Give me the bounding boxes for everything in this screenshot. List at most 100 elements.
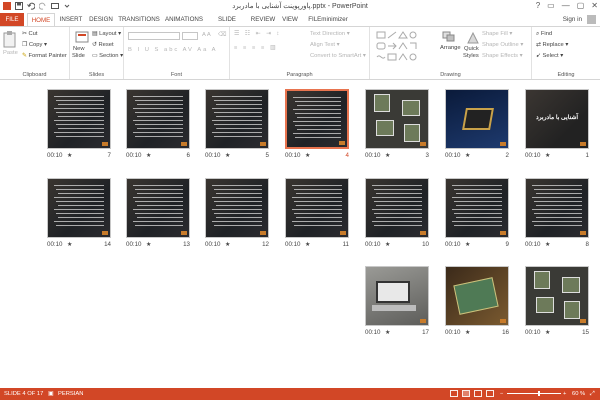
animation-star-icon[interactable]: ★ (67, 152, 72, 159)
font-size-box[interactable] (182, 32, 198, 40)
slide-preview[interactable] (205, 178, 269, 238)
animation-star-icon[interactable]: ★ (545, 241, 550, 248)
shape-outline-button[interactable]: Shape Outline ▾ (482, 42, 523, 48)
normal-view-button[interactable] (450, 390, 458, 397)
cut-button[interactable]: ✂ Cut (22, 31, 38, 37)
quick-styles-label-2[interactable]: Styles (463, 53, 479, 59)
reading-view-button[interactable] (474, 390, 482, 397)
font-size-grow-shrink[interactable]: A A (202, 32, 211, 38)
align-text-button[interactable]: Align Text ▾ (310, 42, 340, 48)
animation-star-icon[interactable]: ★ (465, 329, 470, 336)
slide-preview[interactable] (365, 266, 429, 326)
animation-star-icon[interactable]: ★ (465, 241, 470, 248)
clipboard-group-label: Clipboard (22, 72, 47, 78)
slide-preview[interactable] (525, 266, 589, 326)
slide-preview[interactable] (126, 89, 190, 149)
zoom-slider-knob[interactable] (538, 391, 541, 396)
slide-text-line (534, 225, 582, 226)
tab-review[interactable]: REVIEW (250, 13, 276, 26)
reset-button[interactable]: ↺ Reset (92, 42, 114, 48)
slide-preview[interactable] (47, 178, 111, 238)
slide-preview[interactable] (445, 178, 509, 238)
clear-formatting-icon[interactable]: ⌫ (218, 32, 226, 38)
replace-button[interactable]: ⇄ Replace ▾ (536, 42, 568, 48)
slide-meta: 00:10 ★ 12 (205, 241, 269, 250)
tab-transitions[interactable]: TRANSITIONS (118, 13, 160, 26)
tab-insert[interactable]: INSERT (58, 13, 84, 26)
font-format-buttons[interactable]: B I U S abc AV Aa A (128, 47, 217, 53)
animation-star-icon[interactable]: ★ (225, 241, 230, 248)
animation-star-icon[interactable]: ★ (67, 241, 72, 248)
fit-to-window-icon[interactable]: ⤢ (590, 391, 595, 398)
paste-button[interactable] (3, 30, 17, 48)
animation-star-icon[interactable]: ★ (305, 241, 310, 248)
animation-star-icon[interactable]: ★ (225, 152, 230, 159)
text-direction-button[interactable]: Text Direction ▾ (310, 31, 350, 37)
copy-button[interactable]: ❐ Copy ▾ (22, 42, 47, 48)
section-button[interactable]: ▭ Section ▾ (92, 53, 123, 59)
slide-preview[interactable] (126, 178, 190, 238)
zoom-slider[interactable] (507, 393, 561, 394)
slide-preview[interactable] (285, 89, 349, 149)
hardware-photo (374, 94, 390, 112)
spellcheck-icon[interactable]: ▣ (48, 391, 53, 397)
tab-animations[interactable]: ANIMATIONS (163, 13, 205, 26)
list-buttons[interactable]: ☰ ☷ ⇤ ⇥ ↕ (234, 31, 281, 37)
shape-fill-button[interactable]: Shape Fill ▾ (482, 31, 512, 37)
tab-fileminimizer[interactable]: FILEminimizer (304, 13, 352, 26)
zoom-out-button[interactable]: − (500, 391, 503, 397)
animation-star-icon[interactable]: ★ (305, 152, 310, 159)
maximize-button[interactable]: ▢ (577, 1, 585, 10)
sign-in-link[interactable]: Sign in (563, 16, 582, 23)
animation-star-icon[interactable]: ★ (465, 152, 470, 159)
help-button[interactable]: ? (536, 1, 540, 10)
arrange-label[interactable]: Arrange (440, 45, 461, 51)
slide-timing: 00:10 (525, 241, 541, 248)
animation-star-icon[interactable]: ★ (545, 152, 550, 159)
quick-styles-label-1[interactable]: Quick (464, 46, 479, 52)
slide-preview[interactable] (525, 178, 589, 238)
tab-slide-show[interactable]: SLIDE SHOW (208, 13, 246, 36)
slide-show-view-button[interactable] (486, 390, 494, 397)
slide-preview[interactable]: آشنایی با مادربرد (525, 89, 589, 149)
circuit-board-image (453, 277, 499, 315)
convert-smartart-button[interactable]: Convert to SmartArt ▾ (310, 53, 366, 59)
slide-preview[interactable] (365, 178, 429, 238)
ribbon-display-button[interactable]: ▭ (547, 1, 555, 10)
user-avatar-icon[interactable] (587, 15, 596, 24)
animation-star-icon[interactable]: ★ (385, 152, 390, 159)
new-slide-button[interactable] (75, 30, 89, 44)
animation-star-icon[interactable]: ★ (385, 241, 390, 248)
zoom-in-button[interactable]: + (563, 391, 566, 397)
slide-preview[interactable] (285, 178, 349, 238)
slide-preview[interactable] (205, 89, 269, 149)
language-indicator[interactable]: PERSIAN (58, 391, 83, 397)
slide-preview[interactable] (47, 89, 111, 149)
close-button[interactable]: ✕ (591, 1, 598, 10)
font-family-box[interactable] (128, 32, 180, 40)
layout-button[interactable]: ▤ Layout ▾ (92, 31, 121, 37)
slide-text-line (214, 136, 262, 137)
zoom-level[interactable]: 60 % (572, 391, 585, 397)
format-painter-button[interactable]: ✎ Format Painter (22, 53, 67, 59)
tab-file[interactable]: FILE (0, 13, 24, 26)
animation-star-icon[interactable]: ★ (545, 329, 550, 336)
animation-star-icon[interactable]: ★ (146, 152, 151, 159)
slide-number: 9 (505, 241, 509, 248)
find-button[interactable]: ⌕ Find (536, 31, 552, 38)
slide-number: 11 (342, 241, 349, 248)
tab-view[interactable]: VIEW (279, 13, 301, 26)
slide-preview[interactable] (445, 266, 509, 326)
slide-preview[interactable] (365, 89, 429, 149)
animation-star-icon[interactable]: ★ (385, 329, 390, 336)
align-buttons[interactable]: ≡ ≡ ≡ ≡ ▥ (234, 45, 277, 51)
shapes-gallery-icon[interactable] (376, 31, 432, 63)
select-button[interactable]: ➹ Select ▾ (536, 53, 563, 59)
animation-star-icon[interactable]: ★ (146, 241, 151, 248)
tab-home[interactable]: HOME (27, 13, 55, 26)
slide-preview[interactable] (445, 89, 509, 149)
slide-sorter-view-button[interactable] (462, 390, 470, 397)
shape-effects-button[interactable]: Shape Effects ▾ (482, 53, 523, 59)
minimize-button[interactable]: — (562, 1, 570, 10)
tab-design[interactable]: DESIGN (87, 13, 115, 26)
